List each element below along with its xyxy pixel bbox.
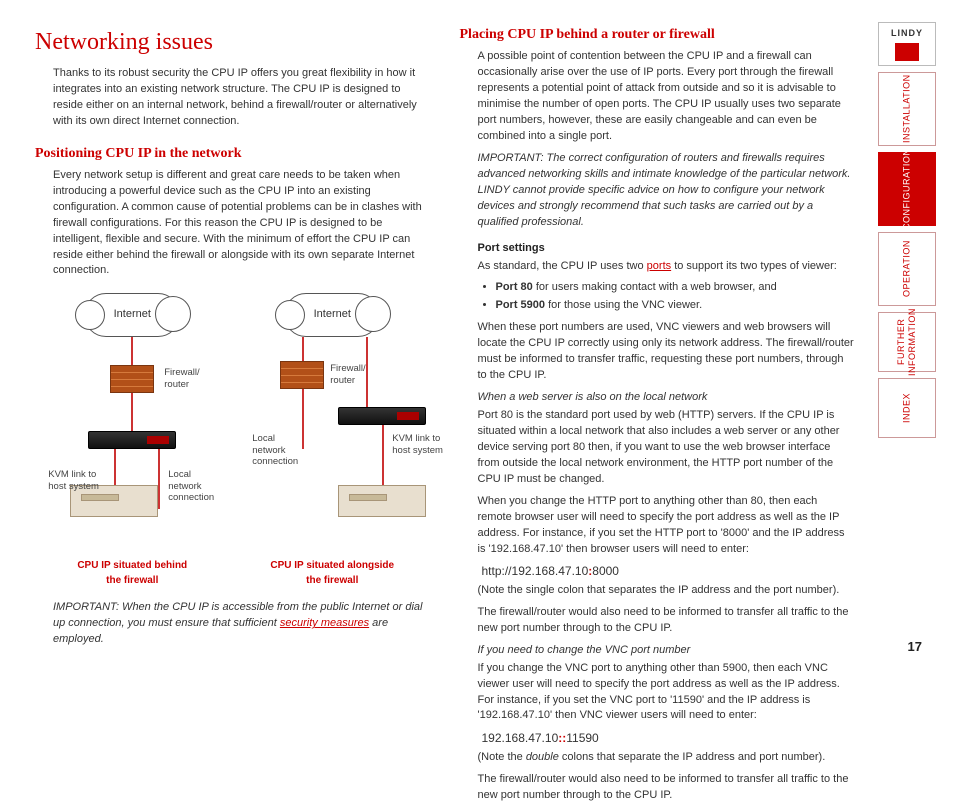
ports-list: Port 80 for users making contact with a … bbox=[496, 280, 855, 314]
page-title: Networking issues bbox=[35, 25, 430, 60]
section-placing-behind: Placing CPU IP behind a router or firewa… bbox=[460, 25, 855, 45]
web-note: (Note the single colon that separates th… bbox=[478, 583, 855, 599]
vnc-example: 192.168.47.10::11590 bbox=[482, 730, 855, 747]
vnc-para2: The firewall/router would also need to b… bbox=[478, 772, 855, 804]
port-settings-heading: Port settings bbox=[478, 241, 855, 257]
tab-further-information[interactable]: FURTHER INFORMATION bbox=[878, 312, 936, 372]
ports-intro: As standard, the CPU IP uses two ports t… bbox=[478, 259, 855, 275]
firewall-icon bbox=[280, 361, 324, 389]
diagram-alongside-firewall: Internet Firewall/ router Local network … bbox=[242, 293, 422, 553]
tab-installation[interactable]: INSTALLATION bbox=[878, 72, 936, 146]
http-example-pre: http://192.168.47.10 bbox=[482, 564, 589, 578]
logo-text: LINDY bbox=[891, 27, 923, 40]
vnc-note: (Note the double colons that separate th… bbox=[478, 750, 855, 766]
http-example: http://192.168.47.10:8000 bbox=[482, 563, 855, 580]
vnc-example-colon: :: bbox=[558, 731, 566, 745]
diagram-behind-firewall: Internet Firewall/ router KVM link to ho… bbox=[42, 293, 222, 553]
web-para3: The firewall/router would also need to b… bbox=[478, 605, 855, 637]
positioning-paragraph: Every network setup is different and gre… bbox=[53, 168, 430, 280]
vnc-example-post: 11590 bbox=[566, 731, 598, 745]
side-nav: LINDY INSTALLATION CONFIGURATION OPERATI… bbox=[878, 22, 936, 438]
intro-paragraph: Thanks to its robust security the CPU IP… bbox=[53, 66, 430, 130]
firewall-label: Firewall/ router bbox=[330, 363, 365, 386]
section-positioning: Positioning CPU IP in the network bbox=[35, 144, 430, 164]
internet-cloud: Internet bbox=[284, 293, 380, 337]
firewall-icon bbox=[110, 365, 154, 393]
important-note: IMPORTANT: When the CPU IP is accessible… bbox=[53, 600, 430, 648]
vnc-example-pre: 192.168.47.10 bbox=[482, 731, 559, 745]
http-example-post: 8000 bbox=[592, 564, 619, 578]
local-net-label: Local network connection bbox=[168, 469, 214, 503]
diagram-caption-left: CPU IP situated behind the firewall bbox=[42, 559, 222, 588]
firewall-label: Firewall/ router bbox=[164, 367, 199, 390]
cpu-ip-unit bbox=[88, 431, 176, 449]
ports-link[interactable]: ports bbox=[647, 260, 671, 272]
web-para1: Port 80 is the standard port used by web… bbox=[478, 408, 855, 488]
port-80-label: Port 80 bbox=[496, 281, 533, 293]
kvm-link-label: KVM link to host system bbox=[48, 469, 99, 492]
ports-intro-pre: As standard, the CPU IP uses two bbox=[478, 260, 647, 272]
web-para2: When you change the HTTP port to anythin… bbox=[478, 494, 855, 558]
host-system bbox=[338, 485, 426, 517]
subheading-webserver: When a web server is also on the local n… bbox=[478, 390, 855, 406]
port-5900-label: Port 5900 bbox=[496, 299, 546, 311]
page-number: 17 bbox=[908, 638, 922, 657]
internet-cloud: Internet bbox=[84, 293, 180, 337]
network-diagrams: Internet Firewall/ router KVM link to ho… bbox=[35, 293, 430, 553]
vnc-note-pre: (Note the bbox=[478, 751, 526, 763]
port-5900-text: for those using the VNC viewer. bbox=[545, 299, 702, 311]
local-net-label: Local network connection bbox=[252, 433, 298, 467]
lindy-logo: LINDY bbox=[878, 22, 936, 66]
security-measures-link[interactable]: security measures bbox=[280, 617, 369, 629]
tab-index[interactable]: INDEX bbox=[878, 378, 936, 438]
cpu-ip-unit bbox=[338, 407, 426, 425]
vnc-para1: If you change the VNC port to anything o… bbox=[478, 661, 855, 725]
port-80-text: for users making contact with a web brow… bbox=[533, 281, 777, 293]
tab-configuration[interactable]: CONFIGURATION bbox=[878, 152, 936, 226]
subheading-vnc: If you need to change the VNC port numbe… bbox=[478, 643, 855, 659]
list-item: Port 80 for users making contact with a … bbox=[496, 280, 855, 296]
tab-operation[interactable]: OPERATION bbox=[878, 232, 936, 306]
vnc-note-em: double bbox=[526, 751, 559, 763]
logo-square-icon bbox=[895, 43, 919, 61]
kvm-link-label: KVM link to host system bbox=[392, 433, 443, 456]
placing-para1: A possible point of contention between t… bbox=[478, 49, 855, 145]
vnc-note-post: colons that separate the IP address and … bbox=[559, 751, 825, 763]
diagram-caption-right: CPU IP situated alongside the firewall bbox=[242, 559, 422, 588]
list-item: Port 5900 for those using the VNC viewer… bbox=[496, 298, 855, 314]
ports-after-paragraph: When these port numbers are used, VNC vi… bbox=[478, 320, 855, 384]
ports-intro-post: to support its two types of viewer: bbox=[671, 260, 837, 272]
important-config-note: IMPORTANT: The correct configuration of … bbox=[478, 151, 855, 231]
